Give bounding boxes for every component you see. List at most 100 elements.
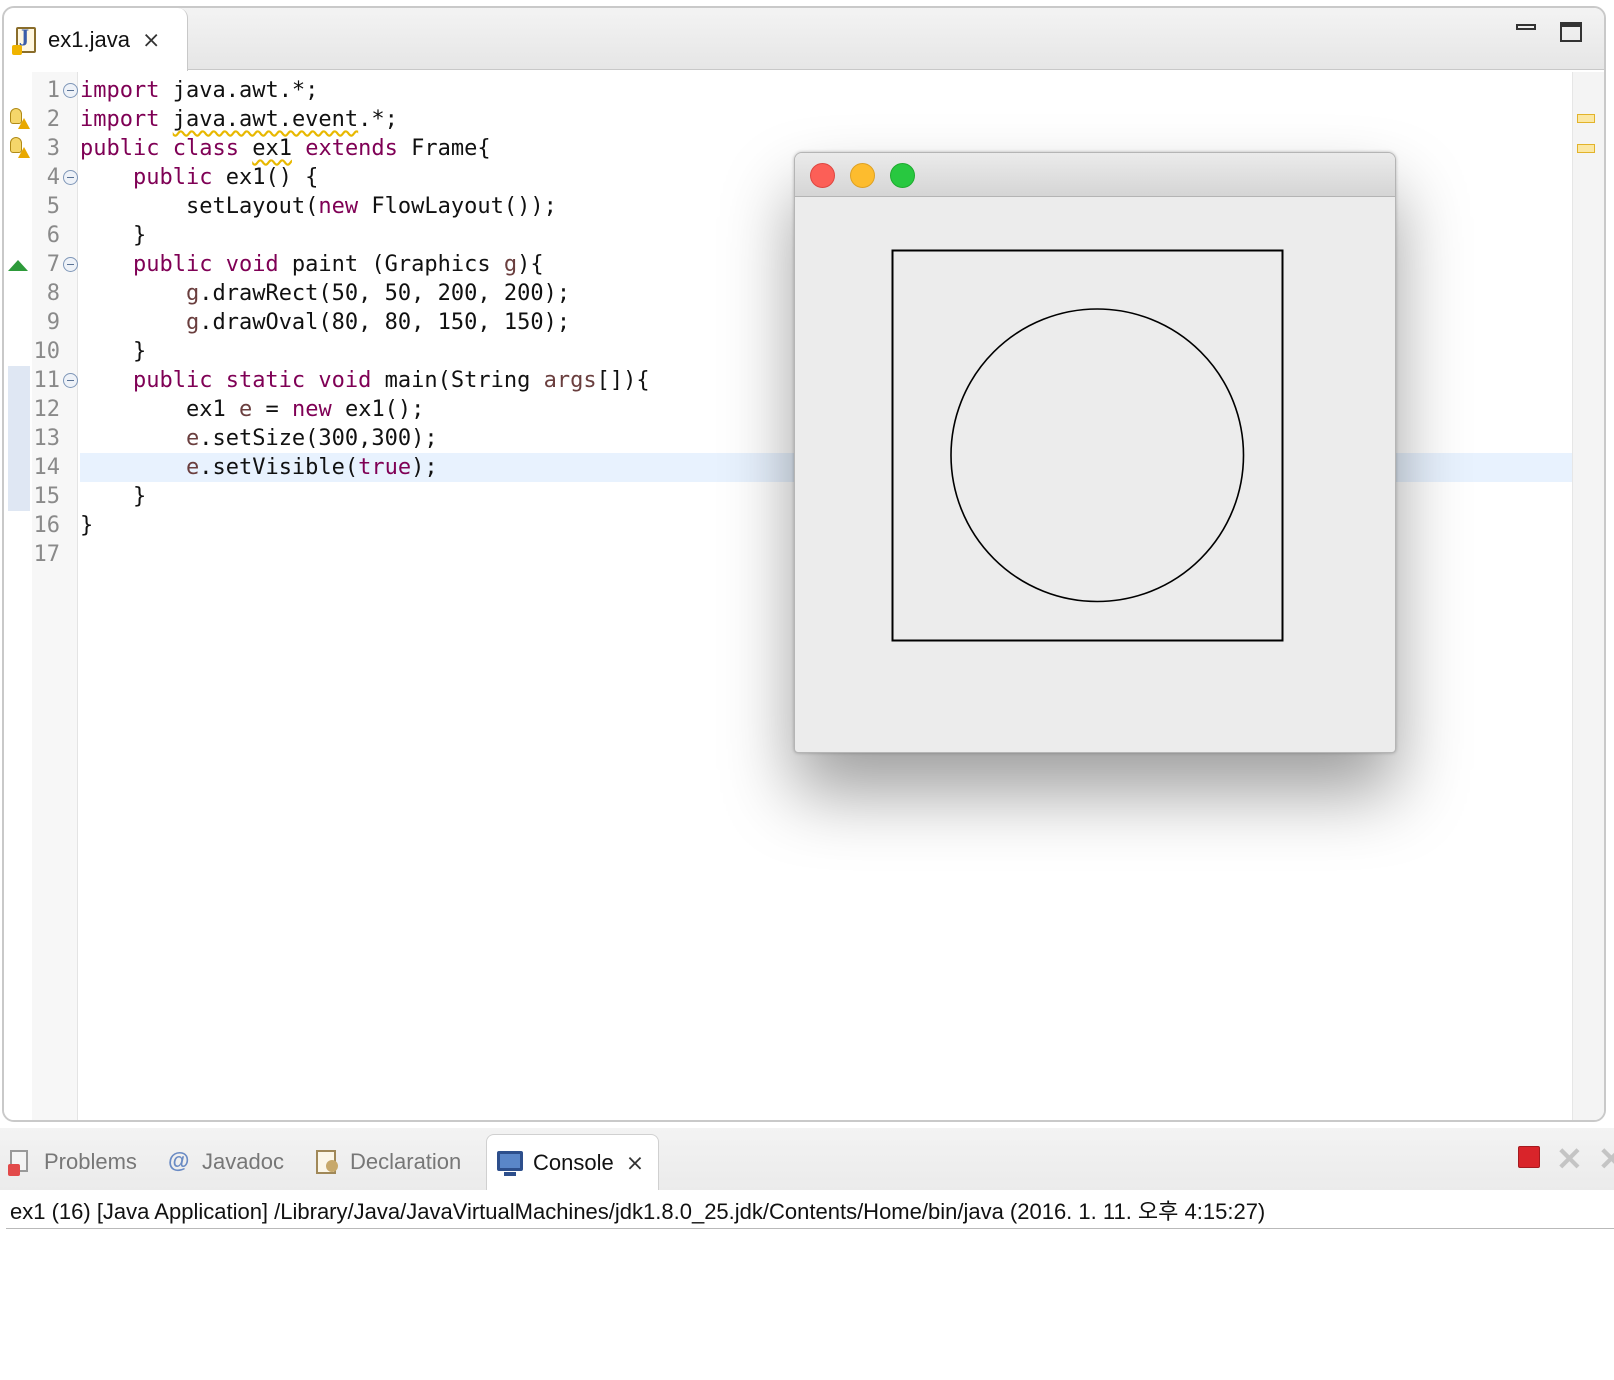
variable-token: e: [238, 397, 253, 422]
tab-declaration[interactable]: Declaration: [314, 1134, 461, 1190]
warning-lightbulb-icon[interactable]: [8, 108, 30, 132]
minimize-window-button[interactable]: [850, 163, 875, 188]
terminate-icon[interactable]: [1518, 1146, 1540, 1168]
variable-token: e: [185, 426, 200, 451]
code-line[interactable]: import java.awt.*;: [80, 76, 1572, 105]
bottom-tab-bar: Problems @ Javadoc Declaration Console ⨯…: [0, 1128, 1614, 1190]
code-line[interactable]: import java.awt.event.*;: [80, 105, 1572, 134]
bottom-panel: Problems @ Javadoc Declaration Console ⨯…: [0, 1128, 1614, 1380]
warning-ruler-mark[interactable]: [1577, 114, 1595, 123]
code-token: paint (Graphics: [278, 252, 504, 277]
window-title-bar[interactable]: [795, 153, 1395, 197]
code-token: ex1() {: [212, 165, 319, 190]
close-console-tab-icon[interactable]: ⨯: [626, 1151, 644, 1174]
keyword-token: extends: [305, 136, 398, 161]
line-number-label: 12: [33, 397, 61, 422]
overview-ruler[interactable]: [1572, 72, 1604, 1120]
drawn-oval: [950, 308, 1245, 603]
collapse-fold-icon[interactable]: [63, 373, 78, 388]
tab-problems-label: Problems: [44, 1149, 137, 1174]
variable-token: g: [503, 252, 518, 277]
tab-javadoc-label: Javadoc: [202, 1149, 284, 1174]
line-number-label: 5: [46, 194, 60, 219]
code-token: Frame{: [397, 136, 491, 161]
line-number-label: 1: [46, 78, 60, 103]
warning-ruler-mark[interactable]: [1577, 144, 1595, 153]
line-number: 5: [32, 192, 78, 221]
keyword-token: public class: [80, 136, 239, 161]
code-token: );: [411, 455, 438, 480]
maximize-view-icon[interactable]: [1560, 22, 1582, 42]
awt-frame-window[interactable]: [794, 152, 1396, 753]
line-number: 9: [32, 308, 78, 337]
line-number-label: 3: [46, 136, 60, 161]
code-token: java.awt.*;: [159, 78, 319, 103]
keyword-token: public void: [132, 252, 279, 277]
line-number: 10: [32, 337, 78, 366]
code-token: setLayout(: [80, 194, 319, 219]
remove-all-terminated-icon[interactable]: ✕: [1598, 1140, 1614, 1178]
collapse-fold-icon[interactable]: [63, 83, 78, 98]
code-token: java.awt.event: [172, 107, 359, 132]
code-token: .drawRect(50, 50, 200, 200);: [199, 281, 571, 306]
code-token: =: [252, 397, 292, 422]
line-number: 7: [32, 250, 78, 279]
zoom-window-button[interactable]: [890, 163, 915, 188]
javadoc-icon: @: [168, 1148, 190, 1173]
variable-token: e: [185, 455, 200, 480]
remove-launch-icon[interactable]: ✕: [1556, 1140, 1583, 1178]
quick-diff-change-bar: [8, 395, 30, 424]
line-number-label: 7: [46, 252, 60, 277]
editor-tab-ex1-java[interactable]: J ex1.java ⨯: [4, 8, 188, 71]
quick-diff-change-bar: [8, 482, 30, 511]
java-file-icon: J: [12, 25, 38, 55]
line-number: 1: [32, 76, 78, 105]
code-token: }: [80, 339, 147, 364]
line-number-label: 11: [33, 368, 61, 393]
keyword-token: public static void: [132, 368, 372, 393]
console-icon: [497, 1149, 523, 1177]
keyword-token: public: [132, 165, 213, 190]
code-token: ex1: [252, 136, 292, 161]
variable-token: args: [543, 368, 597, 393]
code-token: ex1: [80, 397, 239, 422]
tab-console[interactable]: Console ⨯: [486, 1134, 660, 1190]
quick-diff-change-bar: [8, 453, 30, 482]
line-number: 8: [32, 279, 78, 308]
variable-token: g: [185, 281, 200, 306]
problems-icon: [8, 1148, 34, 1176]
line-number-label: 15: [33, 484, 61, 509]
code-token: .drawOval(80, 80, 150, 150);: [199, 310, 571, 335]
code-token: ){: [517, 252, 544, 277]
minimize-view-icon[interactable]: [1516, 24, 1536, 30]
quick-diff-change-bar: [8, 424, 30, 453]
line-number-label: 14: [33, 455, 61, 480]
collapse-fold-icon[interactable]: [63, 170, 78, 185]
tab-problems[interactable]: Problems: [8, 1134, 137, 1190]
line-number-label: 6: [46, 223, 60, 248]
collapse-fold-icon[interactable]: [63, 257, 78, 272]
keyword-token: new: [318, 194, 359, 219]
code-token: }: [80, 513, 94, 538]
keyword-token: true: [358, 455, 412, 480]
line-number: 12: [32, 395, 78, 424]
close-window-button[interactable]: [810, 163, 835, 188]
code-token: .setVisible(: [199, 455, 359, 480]
warning-lightbulb-icon[interactable]: [8, 137, 30, 161]
editor-tab-label: ex1.java: [48, 26, 130, 52]
close-tab-icon[interactable]: ⨯: [142, 28, 160, 51]
line-number: 6: [32, 221, 78, 250]
override-indicator-icon[interactable]: [8, 260, 28, 271]
line-number: 3: [32, 134, 78, 163]
tab-javadoc[interactable]: @ Javadoc: [168, 1134, 284, 1190]
annotation-gutter: [4, 72, 32, 1120]
line-number: 16: [32, 511, 78, 540]
